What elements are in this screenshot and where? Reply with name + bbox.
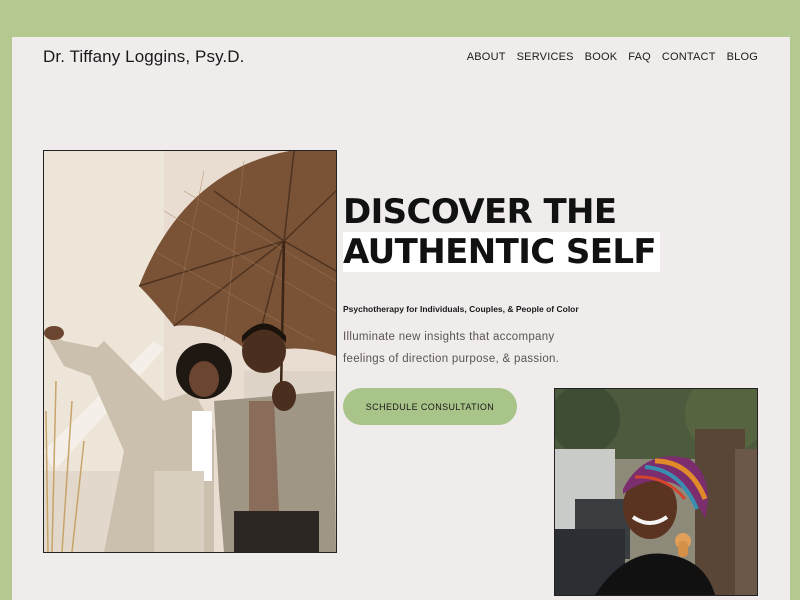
page-container: Dr. Tiffany Loggins, Psy.D. ABOUT SERVIC…	[12, 37, 790, 600]
schedule-consultation-button[interactable]: SCHEDULE CONSULTATION	[343, 388, 517, 425]
secondary-photo-woman	[554, 388, 758, 596]
hero-description-line-2: feelings of direction purpose, & passion…	[343, 353, 560, 365]
nav-faq[interactable]: FAQ	[628, 51, 651, 63]
nav-book[interactable]: BOOK	[585, 51, 618, 63]
nav-blog[interactable]: BLOG	[727, 51, 758, 63]
headline-line-1: DISCOVER THE	[343, 192, 617, 232]
hero-description: Illuminate new insights that accompany f…	[343, 326, 603, 370]
nav-services[interactable]: SERVICES	[517, 51, 574, 63]
hero-description-line-1: Illuminate new insights that accompany	[343, 331, 555, 343]
site-title[interactable]: Dr. Tiffany Loggins, Psy.D.	[43, 47, 244, 67]
main-nav: ABOUT SERVICES BOOK FAQ CONTACT BLOG	[467, 51, 758, 63]
hero-headline: DISCOVER THE AUTHENTIC SELF	[343, 192, 661, 272]
nav-contact[interactable]: CONTACT	[662, 51, 716, 63]
hero-subhead: Psychotherapy for Individuals, Couples, …	[343, 304, 579, 314]
headline-line-2: AUTHENTIC SELF	[343, 232, 661, 272]
hero-photo-couple	[43, 150, 337, 553]
nav-about[interactable]: ABOUT	[467, 51, 506, 63]
